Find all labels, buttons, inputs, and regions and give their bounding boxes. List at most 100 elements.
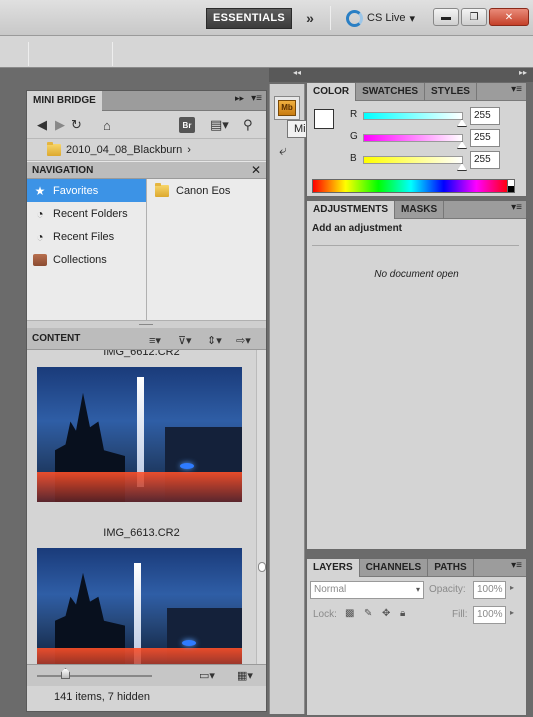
channel-slider[interactable]	[363, 112, 463, 120]
channel-label: R	[350, 109, 358, 120]
sort-order-icon[interactable]: ⇕▾	[207, 331, 222, 352]
lock-all-icon[interactable]: 🔒︎	[400, 608, 405, 619]
options-bar	[0, 36, 533, 68]
star-icon: ★	[34, 183, 46, 198]
nav-item-label: Recent Files	[53, 230, 115, 243]
collapse-panel-icon[interactable]: ▸▸	[235, 93, 244, 104]
history-icon[interactable]: ⤶	[279, 142, 287, 159]
panel-menu-icon[interactable]: ▾≡	[251, 93, 262, 104]
channel-label: B	[350, 153, 357, 164]
tab-channels[interactable]: CHANNELS	[360, 559, 429, 577]
close-icon[interactable]: ✕	[489, 8, 529, 26]
restore-icon[interactable]: ❐	[461, 8, 487, 26]
mini-bridge-icon[interactable]: Mb	[274, 96, 300, 120]
content-grid: IMG_6612.CR2 IMG_6613.CR2	[27, 350, 266, 664]
channel-row-r: R 255	[307, 107, 526, 127]
panel-menu-icon[interactable]: ▾≡	[511, 84, 522, 95]
list-item-canon-eos[interactable]: Canon Eos	[148, 179, 266, 203]
channel-row-b: B 255	[307, 151, 526, 171]
tab-layers[interactable]: LAYERS	[307, 559, 360, 577]
nav-item-label: Favorites	[53, 184, 99, 197]
cs-live-menu[interactable]: CS Live ▾	[346, 8, 415, 28]
grid-view-icon[interactable]: ▦▾	[237, 669, 253, 682]
slider-handle[interactable]	[457, 141, 467, 149]
dock-header: ◂◂ ▸▸	[269, 68, 533, 82]
slider-handle[interactable]	[61, 668, 70, 679]
slider-handle[interactable]	[457, 119, 467, 127]
tab-mini-bridge[interactable]: MINI BRIDGE	[27, 91, 102, 111]
lock-paint-icon[interactable]: ✎	[364, 608, 372, 619]
lock-transparent-icon[interactable]: ▩	[345, 608, 354, 619]
open-with-icon[interactable]: ⇨▾	[236, 331, 251, 352]
fill-field[interactable]: 100%	[473, 606, 506, 624]
toolbar-divider	[330, 6, 331, 30]
channel-value-field[interactable]: 255	[470, 151, 500, 169]
home-icon[interactable]: ⌂	[103, 116, 111, 134]
recent-files-icon: ◔	[36, 229, 44, 244]
chevron-right-icon[interactable]: ▸	[510, 583, 514, 592]
search-icon[interactable]: ⚲	[243, 116, 253, 134]
workspace-essentials-button[interactable]: ESSENTIALS	[206, 8, 292, 29]
blend-mode-value: Normal	[314, 584, 347, 595]
lock-label: Lock:	[313, 609, 337, 620]
nav-item-collections[interactable]: Collections	[27, 248, 146, 271]
channel-slider[interactable]	[363, 156, 463, 164]
navigation-pane: ★ Favorites ◔ Recent Folders ◔ Recent Fi…	[27, 179, 266, 320]
folder-icon	[155, 183, 169, 197]
panel-menu-icon[interactable]: ▾≡	[511, 560, 522, 571]
thumbnail-size-slider[interactable]	[37, 675, 152, 677]
channel-value-field[interactable]: 255	[470, 129, 500, 147]
blend-mode-select[interactable]: Normal ▾	[310, 581, 424, 599]
nav-item-favorites[interactable]: ★ Favorites	[27, 179, 146, 202]
sort-icon[interactable]: ≡▾	[149, 331, 161, 352]
tab-paths[interactable]: PATHS	[428, 559, 474, 577]
tools-menu-icon[interactable]: ▤▾	[210, 116, 229, 134]
divider	[312, 245, 519, 246]
launch-bridge-button[interactable]: Br	[179, 116, 195, 134]
options-divider	[28, 42, 29, 66]
minimize-icon[interactable]: ▬	[433, 8, 459, 26]
tab-styles[interactable]: STYLES	[425, 83, 477, 101]
close-icon[interactable]: ✕	[251, 162, 261, 179]
view-mode-icon[interactable]: ▭▾	[199, 669, 215, 682]
nav-item-recent-folders[interactable]: ◔ Recent Folders	[27, 202, 146, 225]
back-icon[interactable]: ◀	[37, 116, 47, 134]
tab-adjustments[interactable]: ADJUSTMENTS	[307, 201, 396, 219]
nav-item-recent-files[interactable]: ◔ Recent Files	[27, 225, 146, 248]
double-chevron-right-icon[interactable]: »	[300, 8, 320, 28]
forward-icon[interactable]: ▶	[55, 116, 65, 134]
content-title: CONTENT	[32, 333, 81, 344]
thumbnail-image[interactable]	[37, 548, 242, 664]
color-spectrum-ramp[interactable]	[312, 179, 510, 193]
navigation-header: NAVIGATION ✕	[27, 161, 266, 179]
cs-live-icon	[346, 9, 363, 27]
vertical-scrollbar[interactable]	[256, 350, 266, 664]
black-white-swatch[interactable]	[507, 179, 515, 193]
channel-slider[interactable]	[363, 134, 463, 142]
window-controls: ▬ ❐ ✕	[433, 8, 529, 26]
scrollbar-thumb[interactable]	[258, 562, 266, 572]
slider-handle[interactable]	[457, 163, 467, 171]
favorites-list: Canon Eos	[148, 179, 266, 320]
navigation-title: NAVIGATION	[32, 165, 94, 176]
thumbnail-image[interactable]	[37, 367, 242, 502]
adjustments-heading: Add an adjustment	[312, 223, 403, 234]
expand-icon[interactable]: ▸▸	[519, 68, 527, 77]
tab-swatches[interactable]: SWATCHES	[356, 83, 426, 101]
layers-panel: LAYERS CHANNELS PATHS ▾≡ Normal ▾ Opacit…	[306, 558, 527, 716]
panel-menu-icon[interactable]: ▾≡	[511, 202, 522, 213]
collapse-icon[interactable]: ◂◂	[293, 68, 301, 77]
chevron-right-icon[interactable]: ›	[187, 144, 191, 156]
breadcrumb[interactable]: 2010_04_08_Blackburn ›	[27, 139, 266, 161]
go-to-parent-icon[interactable]: ↻	[71, 116, 82, 134]
opacity-field[interactable]: 100%	[473, 581, 506, 599]
tab-color[interactable]: COLOR	[307, 83, 357, 101]
channel-row-g: G 255	[307, 129, 526, 149]
tab-masks[interactable]: MASKS	[395, 201, 445, 219]
channel-value-field[interactable]: 255	[470, 107, 500, 125]
chevron-right-icon[interactable]: ▸	[510, 608, 514, 617]
panel-icon-strip: Mb ⤶	[269, 84, 305, 714]
pane-splitter[interactable]	[27, 320, 266, 329]
lock-position-icon[interactable]: ✥	[382, 608, 390, 619]
filter-icon[interactable]: ⊽▾	[178, 331, 192, 352]
